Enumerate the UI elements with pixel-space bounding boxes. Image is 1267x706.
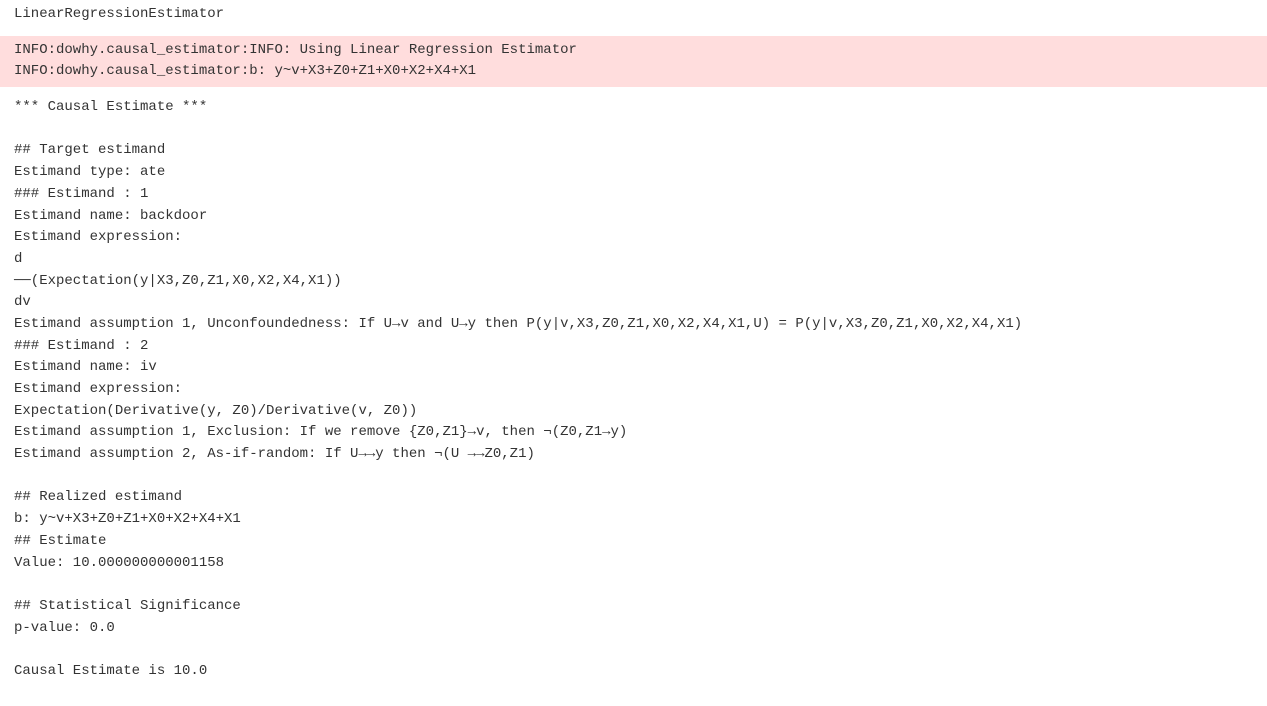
estimand-1-expression-line-3: dv [14,294,31,310]
estimand-2-assumption-1: Estimand assumption 1, Exclusion: If we … [14,424,627,440]
estimate-header: ## Estimate [14,533,106,549]
estimand-1-expression-line-2: ──(Expectation(y|X3,Z0,Z1,X0,X2,X4,X1)) [14,273,342,289]
estimator-title: LinearRegressionEstimator [0,0,1267,32]
realized-estimand-value: b: y~v+X3+Z0+Z1+X0+X2+X4+X1 [14,511,241,527]
estimand-2-header: ### Estimand : 2 [14,338,148,354]
estimand-2-name: Estimand name: iv [14,359,157,375]
estimand-1-name: Estimand name: backdoor [14,208,207,224]
estimand-type: Estimand type: ate [14,164,165,180]
estimand-2-expression-label: Estimand expression: [14,381,182,397]
estimand-1-expression-label: Estimand expression: [14,229,182,245]
p-value: p-value: 0.0 [14,620,115,636]
stderr-output: INFO:dowhy.causal_estimator:INFO: Using … [0,36,1267,87]
estimate-value: Value: 10.000000000001158 [14,555,224,571]
estimand-2-expression: Expectation(Derivative(y, Z0)/Derivative… [14,403,417,419]
stderr-line-1: INFO:dowhy.causal_estimator:INFO: Using … [14,42,577,58]
target-estimand-header: ## Target estimand [14,142,165,158]
causal-estimate-header: *** Causal Estimate *** [14,99,207,115]
causal-estimate-final: Causal Estimate is 10.0 [14,663,207,679]
stdout-output: *** Causal Estimate *** ## Target estima… [0,91,1267,691]
estimand-1-expression-line-1: d [14,251,22,267]
title-text: LinearRegressionEstimator [14,6,224,22]
statistical-significance-header: ## Statistical Significance [14,598,241,614]
realized-estimand-header: ## Realized estimand [14,489,182,505]
estimand-1-header: ### Estimand : 1 [14,186,148,202]
estimand-2-assumption-2: Estimand assumption 2, As-if-random: If … [14,446,535,462]
estimand-1-assumption-1: Estimand assumption 1, Unconfoundedness:… [14,316,1022,332]
stderr-line-2: INFO:dowhy.causal_estimator:b: y~v+X3+Z0… [14,63,476,79]
